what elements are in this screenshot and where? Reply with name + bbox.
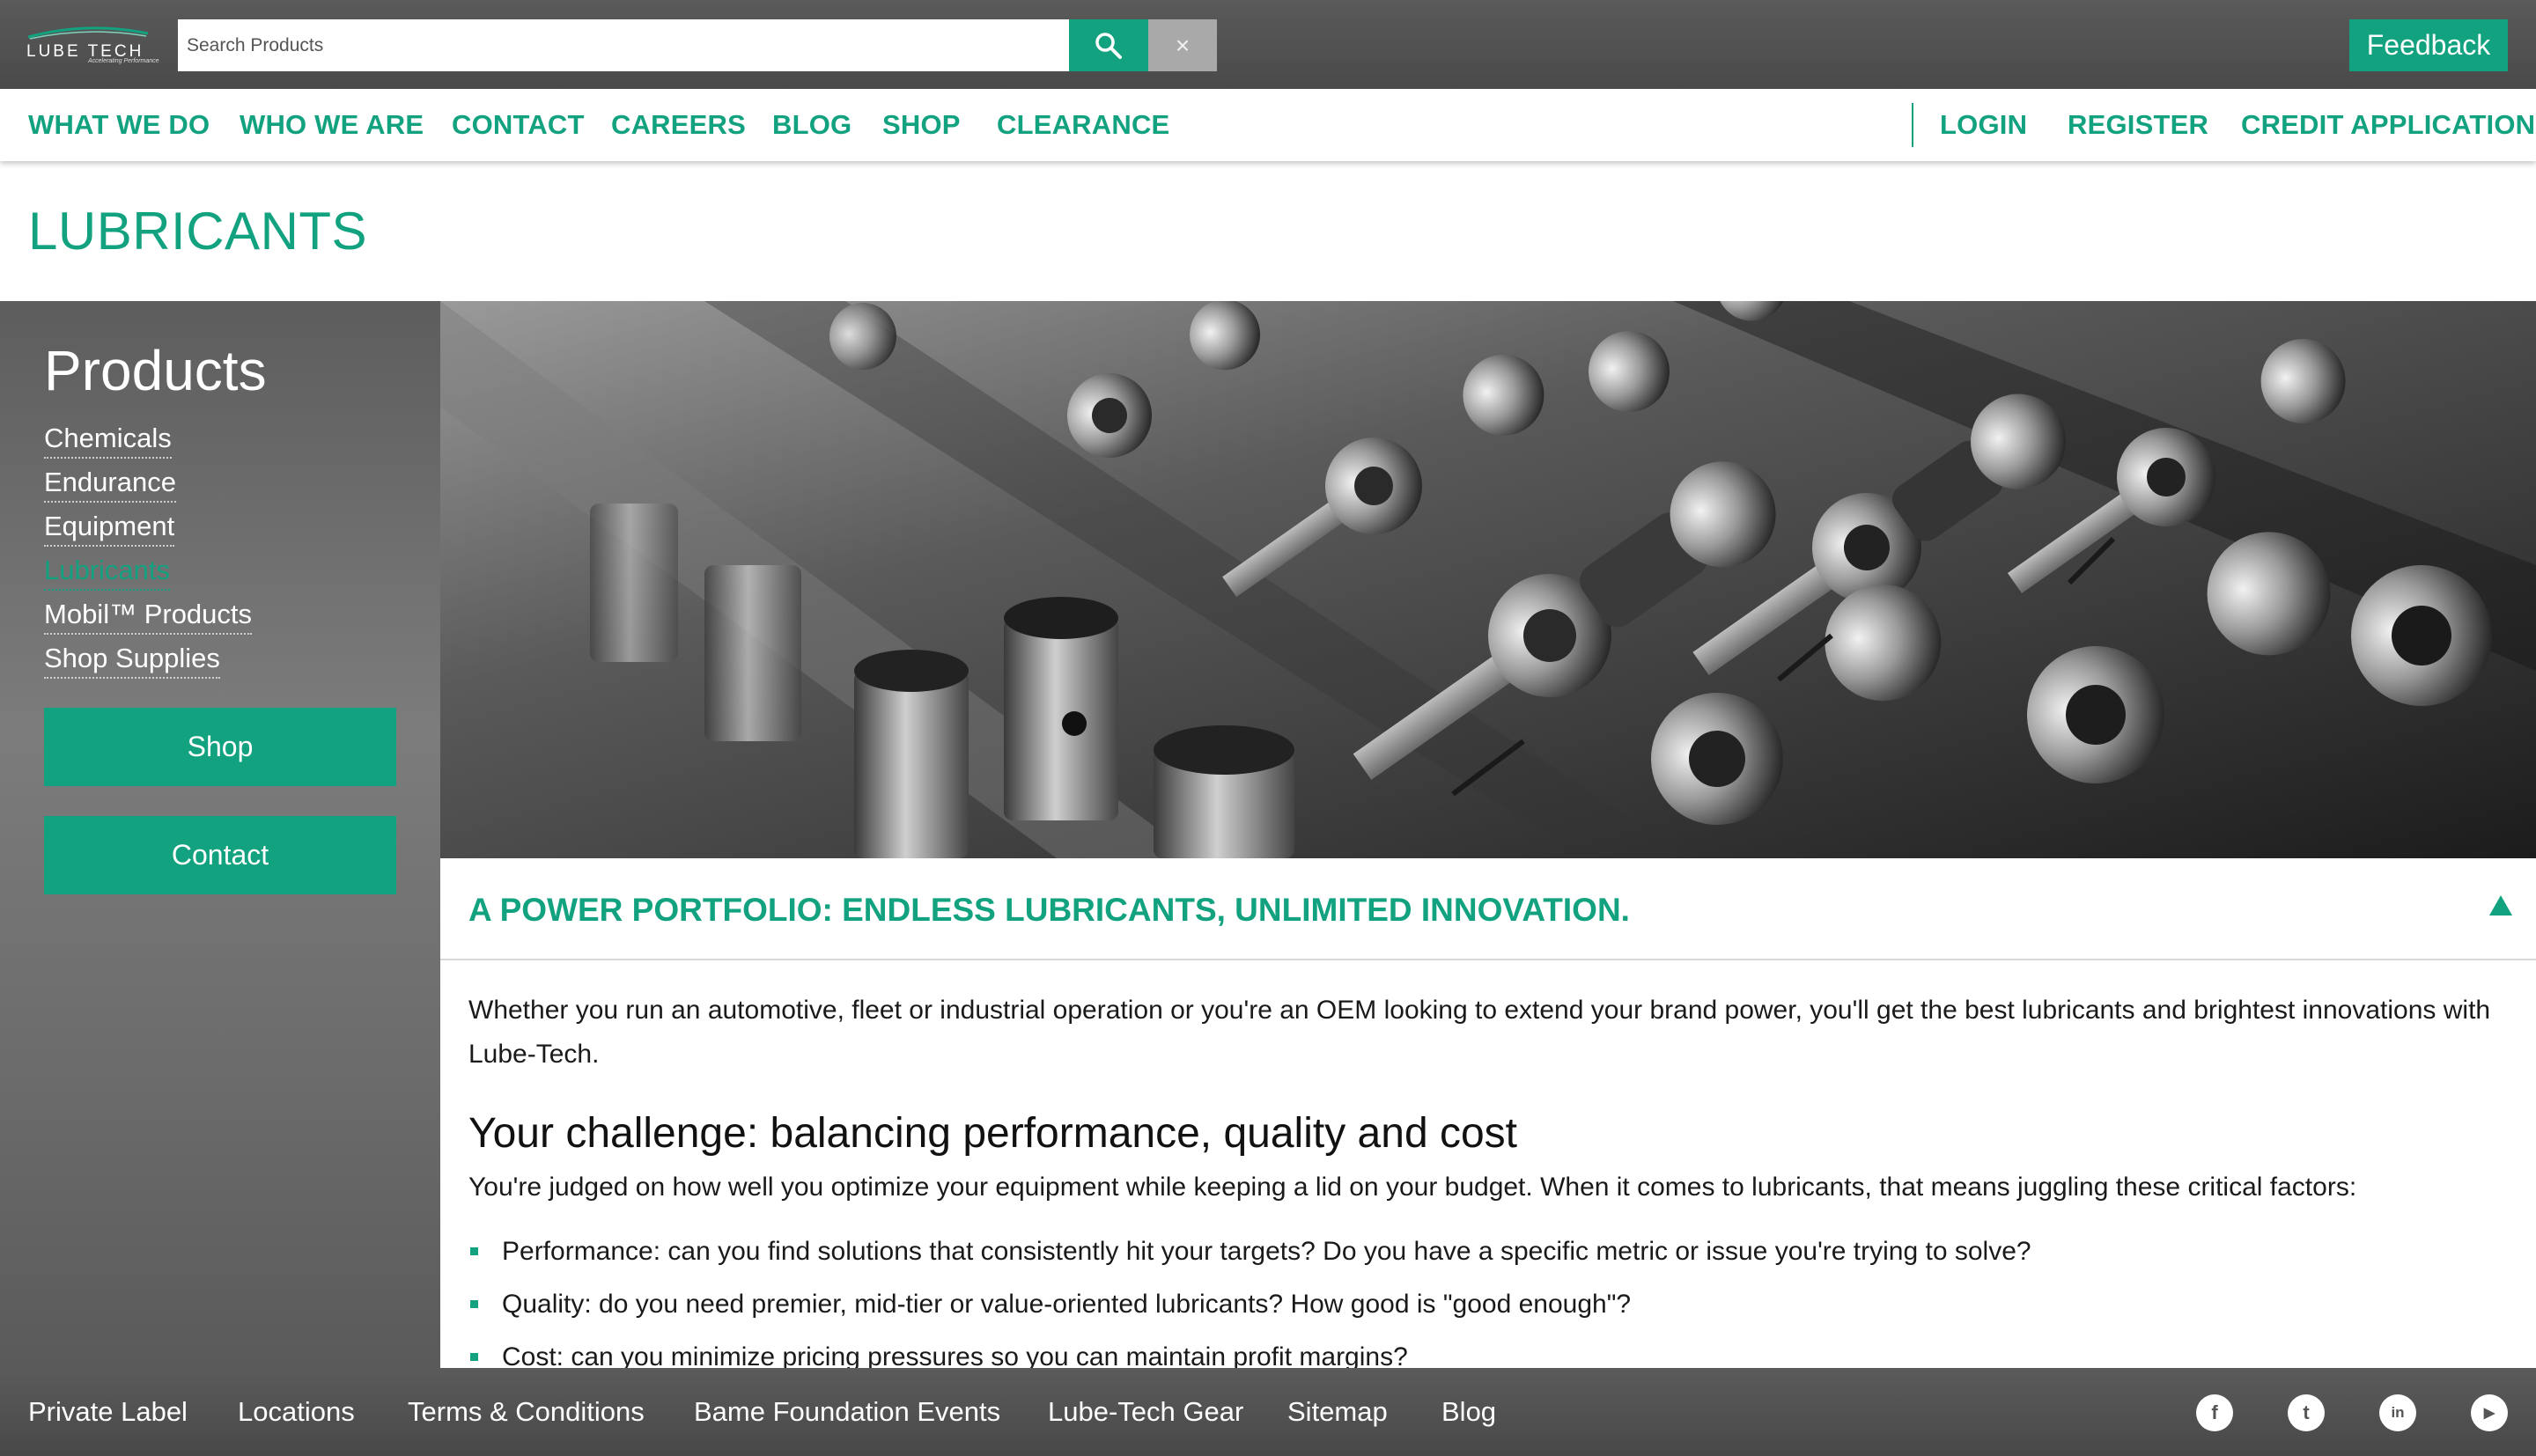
facebook-glyph: f: [2211, 1401, 2218, 1423]
twitter-glyph: t: [2303, 1401, 2310, 1423]
triangle-up-icon[interactable]: [2488, 893, 2513, 916]
facebook-icon[interactable]: f: [2196, 1394, 2233, 1431]
nav-register[interactable]: REGISTER: [2068, 89, 2208, 161]
nav-clearance[interactable]: CLEARANCE: [997, 89, 1169, 161]
footer-lube-tech-gear[interactable]: Lube-Tech Gear: [1048, 1368, 1243, 1456]
nav-contact[interactable]: CONTACT: [452, 89, 585, 161]
sidebar-item-shop-supplies[interactable]: Shop Supplies: [44, 643, 220, 679]
sidebar-item-lubricants[interactable]: Lubricants: [44, 555, 171, 591]
linkedin-icon[interactable]: in: [2379, 1394, 2416, 1431]
search-input[interactable]: [178, 19, 1069, 71]
nav-shop[interactable]: SHOP: [882, 89, 961, 161]
nav-credit-application[interactable]: CREDIT APPLICATION: [2241, 89, 2535, 161]
footer-bame-foundation-events[interactable]: Bame Foundation Events: [694, 1368, 1000, 1456]
main-nav: WHAT WE DO WHO WE ARE CONTACT CAREERS BL…: [0, 89, 2536, 161]
search-button[interactable]: [1069, 19, 1148, 71]
list-item: Performance: can you find solutions that…: [468, 1230, 2031, 1283]
page-title: LUBRICANTS: [28, 202, 368, 261]
top-bar: LUBE TECH Accelerating Performance × Fee…: [0, 0, 2536, 89]
footer-private-label[interactable]: Private Label: [28, 1368, 188, 1456]
nav-blog[interactable]: BLOG: [772, 89, 851, 161]
twitter-icon[interactable]: t: [2288, 1394, 2325, 1431]
challenge-paragraph: You're judged on how well you optimize y…: [468, 1173, 2357, 1202]
logo-swoosh: [27, 26, 149, 40]
youtube-glyph: ▶: [2483, 1406, 2495, 1421]
close-icon: ×: [1175, 31, 1191, 59]
nav-what-we-do[interactable]: WHAT WE DO: [28, 89, 210, 161]
youtube-icon[interactable]: ▶: [2471, 1394, 2508, 1431]
sidebar-title: Products: [44, 339, 267, 402]
clear-search-button[interactable]: ×: [1148, 19, 1217, 71]
content-panel: A POWER PORTFOLIO: ENDLESS LUBRICANTS, U…: [440, 858, 2536, 1368]
nav-careers[interactable]: CAREERS: [611, 89, 746, 161]
nav-login[interactable]: LOGIN: [1940, 89, 2027, 161]
list-item-text: Performance: can you find solutions that…: [502, 1237, 2031, 1266]
bullet-marker: [470, 1247, 478, 1255]
list-item: Cost: can you minimize pricing pressures…: [468, 1335, 2031, 1368]
footer-sitemap[interactable]: Sitemap: [1287, 1368, 1388, 1456]
lube-tech-logo[interactable]: LUBE TECH Accelerating Performance: [26, 23, 159, 64]
products-sidebar: Products Chemicals Endurance Equipment L…: [0, 301, 440, 1368]
footer-locations[interactable]: Locations: [238, 1368, 355, 1456]
intro-paragraph: Whether you run an automotive, fleet or …: [468, 996, 2491, 1069]
sidebar-item-equipment[interactable]: Equipment: [44, 511, 175, 547]
list-item: Quality: do you need premier, mid-tier o…: [468, 1283, 2031, 1335]
nav-who-we-are[interactable]: WHO WE ARE: [240, 89, 424, 161]
shop-button[interactable]: Shop: [44, 708, 396, 786]
crankshaft-illustration: [440, 301, 2536, 858]
sidebar-item-endurance[interactable]: Endurance: [44, 467, 176, 503]
list-item-text: Cost: can you minimize pricing pressures…: [502, 1342, 1408, 1368]
nav-divider: [1912, 103, 1913, 147]
search-icon: [1095, 32, 1122, 59]
logo-tagline: Accelerating Performance: [88, 58, 159, 64]
factors-list: Performance: can you find solutions that…: [468, 1230, 2031, 1368]
feedback-button[interactable]: Feedback: [2349, 19, 2508, 71]
footer-terms-conditions[interactable]: Terms & Conditions: [408, 1368, 645, 1456]
contact-button[interactable]: Contact: [44, 816, 396, 894]
list-item-text: Quality: do you need premier, mid-tier o…: [502, 1290, 1632, 1319]
bullet-marker: [470, 1353, 478, 1361]
bullet-marker: [470, 1300, 478, 1308]
sidebar-item-chemicals[interactable]: Chemicals: [44, 423, 172, 459]
linkedin-glyph: in: [2391, 1404, 2405, 1421]
hero-image-crankshafts: [440, 301, 2536, 858]
accordion-header[interactable]: A POWER PORTFOLIO: ENDLESS LUBRICANTS, U…: [440, 858, 2536, 960]
footer-blog[interactable]: Blog: [1441, 1368, 1496, 1456]
accordion-title: A POWER PORTFOLIO: ENDLESS LUBRICANTS, U…: [468, 892, 1630, 928]
footer: Private Label Locations Terms & Conditio…: [0, 1368, 2536, 1456]
sidebar-item-mobil-products[interactable]: Mobil™ Products: [44, 599, 253, 635]
challenge-heading: Your challenge: balancing performance, q…: [468, 1110, 1517, 1157]
